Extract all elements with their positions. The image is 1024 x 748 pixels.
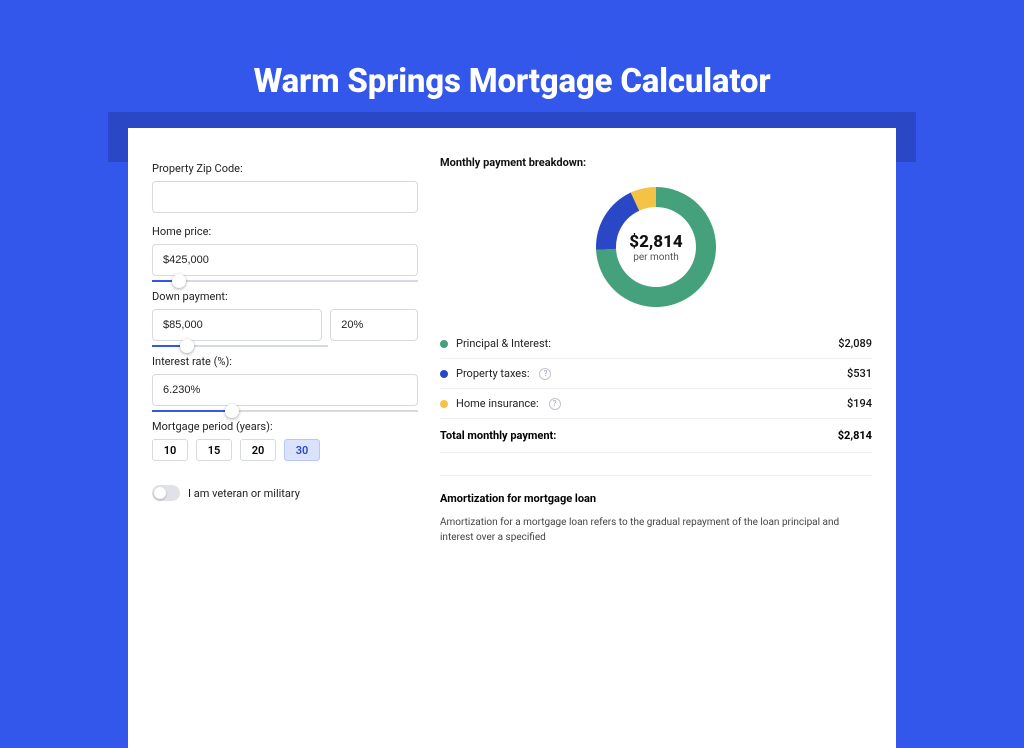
legend-dot xyxy=(440,340,448,348)
breakdown-title: Monthly payment breakdown: xyxy=(440,156,872,169)
veteran-toggle-label: I am veteran or military xyxy=(188,487,300,500)
legend-value: $531 xyxy=(847,367,872,380)
down-payment-label: Down payment: xyxy=(152,290,418,303)
period-label: Mortgage period (years): xyxy=(152,420,418,433)
total-value: $2,814 xyxy=(838,429,872,442)
interest-rate-input[interactable] xyxy=(152,374,418,406)
period-button-20[interactable]: 20 xyxy=(240,439,276,461)
page-title: Warm Springs Mortgage Calculator xyxy=(0,0,1024,123)
donut-center: $2,814 per month xyxy=(629,232,682,263)
total-label: Total monthly payment: xyxy=(440,429,556,442)
help-icon[interactable]: ? xyxy=(549,398,561,410)
period-button-15[interactable]: 15 xyxy=(196,439,232,461)
legend-row: Home insurance:? $194 xyxy=(440,388,872,418)
interest-rate-slider-thumb[interactable] xyxy=(225,404,239,418)
down-payment-slider-thumb[interactable] xyxy=(180,339,194,353)
interest-rate-slider[interactable] xyxy=(152,410,418,412)
down-payment-percent-input[interactable] xyxy=(330,309,418,341)
down-payment-slider[interactable] xyxy=(152,345,328,347)
total-row: Total monthly payment: $2,814 xyxy=(440,418,872,453)
legend-row: Property taxes:? $531 xyxy=(440,358,872,388)
breakdown-column: Monthly payment breakdown: $2,814 per mo… xyxy=(440,156,872,720)
home-price-slider-thumb[interactable] xyxy=(172,274,186,288)
legend-dot xyxy=(440,400,448,408)
legend-row: Principal & Interest: $2,089 xyxy=(440,329,872,358)
interest-rate-label: Interest rate (%): xyxy=(152,355,418,368)
period-button-30[interactable]: 30 xyxy=(284,439,320,461)
inputs-column: Property Zip Code: Home price: Down paym… xyxy=(152,156,418,720)
legend-dot xyxy=(440,370,448,378)
help-icon[interactable]: ? xyxy=(539,368,551,380)
home-price-label: Home price: xyxy=(152,225,418,238)
period-buttons: 10 15 20 30 xyxy=(152,439,418,461)
down-payment-amount-input[interactable] xyxy=(152,309,322,341)
veteran-toggle[interactable] xyxy=(152,485,180,501)
legend-value: $2,089 xyxy=(838,337,872,350)
donut-chart: $2,814 per month xyxy=(440,177,872,317)
donut-amount: $2,814 xyxy=(629,232,682,252)
amortization-text: Amortization for a mortgage loan refers … xyxy=(440,515,872,545)
home-price-input[interactable] xyxy=(152,244,418,276)
legend-label: Principal & Interest: xyxy=(456,337,551,350)
home-price-slider[interactable] xyxy=(152,280,418,282)
amortization-section: Amortization for mortgage loan Amortizat… xyxy=(440,475,872,545)
donut-sub: per month xyxy=(629,252,682,263)
period-button-10[interactable]: 10 xyxy=(152,439,188,461)
zip-label: Property Zip Code: xyxy=(152,162,418,175)
legend-label: Home insurance: xyxy=(456,397,539,410)
legend-list: Principal & Interest: $2,089 Property taxe… xyxy=(440,329,872,418)
legend-value: $194 xyxy=(847,397,872,410)
amortization-title: Amortization for mortgage loan xyxy=(440,492,872,505)
calculator-card: Property Zip Code: Home price: Down paym… xyxy=(128,128,896,748)
zip-input[interactable] xyxy=(152,181,418,213)
legend-label: Property taxes: xyxy=(456,367,529,380)
